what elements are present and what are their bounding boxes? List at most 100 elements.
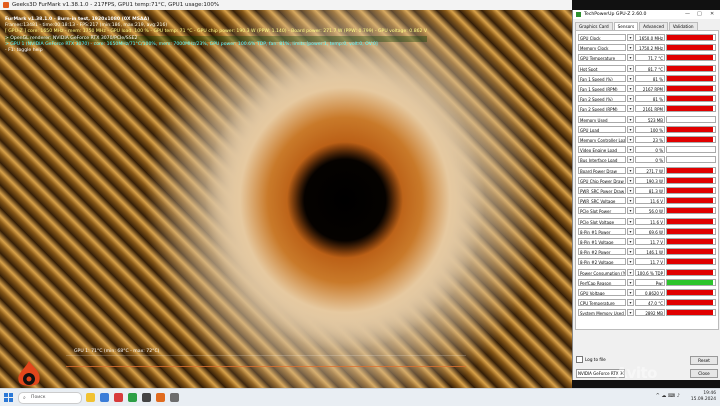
furmark-flame-logo-icon [18, 361, 40, 386]
sensor-label: Video Engine Load [578, 146, 626, 154]
checkbox-icon[interactable] [576, 356, 583, 363]
temperature-graph: GPU 1: 71°C (min: 68°C - max: 72°C) [66, 349, 466, 376]
sensor-dropdown-icon[interactable]: ▾ [627, 74, 634, 82]
windows-start-icon[interactable] [4, 393, 13, 402]
reset-button[interactable]: Reset [690, 356, 718, 365]
sensor-dropdown-icon[interactable]: ▾ [627, 278, 634, 286]
sensor-dropdown-icon[interactable]: ▾ [627, 268, 634, 276]
sensor-dropdown-icon[interactable]: ▾ [627, 176, 634, 184]
sensor-dropdown-icon[interactable]: ▾ [627, 64, 634, 72]
sensor-dropdown-icon[interactable]: ▾ [627, 146, 634, 154]
sensor-dropdown-icon[interactable]: ▾ [627, 105, 634, 113]
sensor-label: System Memory Used [578, 309, 626, 317]
minimize-icon[interactable]: — [685, 10, 690, 19]
sensor-value: 47.0 °C [635, 299, 665, 307]
sensor-value: 69.6 W [635, 227, 665, 235]
temperature-graph-line [66, 366, 466, 367]
sensor-dropdown-icon[interactable]: ▾ [627, 95, 634, 103]
sensor-dropdown-icon[interactable]: ▾ [627, 217, 634, 225]
sensor-dropdown-icon[interactable]: ▾ [627, 238, 634, 245]
tab-graphics-card[interactable]: Graphics Card [575, 22, 613, 30]
sensor-dropdown-icon[interactable]: ▾ [627, 309, 634, 317]
sensor-value: 271.7 W [635, 166, 665, 174]
sensor-graph [666, 248, 716, 256]
gpuz-tabs: Graphics Card Sensors Advanced Validatio… [575, 22, 699, 30]
sensor-dropdown-icon[interactable]: ▾ [627, 207, 634, 215]
sensor-dropdown-icon[interactable]: ▾ [627, 227, 634, 235]
sensor-graph [666, 217, 716, 225]
sensor-row: PerfCap Reason ▾ Pwr [578, 278, 716, 287]
sensor-row: GPU Chip Power Draw ▾ 190.3 W [578, 176, 716, 185]
sensor-dropdown-icon[interactable]: ▾ [627, 289, 634, 296]
sensor-dropdown-icon[interactable]: ▾ [627, 44, 634, 52]
app-icon-green[interactable] [128, 393, 137, 402]
sensor-value: 523 MB [635, 115, 665, 123]
sensor-graph [666, 74, 716, 82]
sensor-graph [666, 309, 716, 317]
sensor-label: Bus Interface Load [578, 156, 626, 164]
sensor-value: Pwr [635, 278, 665, 286]
maximize-icon[interactable]: □ [697, 10, 702, 19]
sensor-label: GPU Voltage [578, 289, 626, 296]
sensor-label: PerfCap Reason [578, 278, 626, 286]
app-icon-dark[interactable] [142, 393, 151, 402]
sensor-value: 81 % [635, 74, 665, 82]
sensor-label: 8-Pin #1 Voltage [578, 238, 626, 245]
sensor-graph [666, 54, 716, 62]
sensor-label: GPU Temperature [578, 54, 626, 62]
taskbar-search[interactable]: ⌕ Поиск [18, 392, 82, 404]
sensor-dropdown-icon[interactable]: ▾ [627, 125, 634, 133]
sensor-dropdown-icon[interactable]: ▾ [627, 85, 634, 92]
browser-icon[interactable] [100, 393, 109, 402]
sensor-dropdown-icon[interactable]: ▾ [627, 54, 634, 62]
sensor-graph [666, 278, 716, 286]
sensor-dropdown-icon[interactable]: ▾ [627, 115, 634, 123]
furmark-titlebar[interactable]: Geeks3D FurMark v1.38.1.0 - 217FPS, GPU1… [0, 0, 572, 10]
furmark-render-canvas [0, 10, 572, 388]
furmark-app-icon [3, 2, 9, 8]
tab-advanced[interactable]: Advanced [639, 22, 668, 30]
tab-validation[interactable]: Validation [668, 22, 698, 30]
sensor-row: Video Engine Load ▾ 0 % [578, 146, 716, 154]
taskbar-clock[interactable]: 19:46 15.09.2024 [691, 391, 716, 403]
close-window-icon[interactable]: ✕ [710, 10, 714, 19]
gpuz-taskbar-icon[interactable] [170, 393, 179, 402]
sensor-graph-fill [667, 239, 713, 244]
close-button[interactable]: Close [690, 369, 718, 378]
sensor-graph-fill [667, 55, 713, 61]
log-to-file-checkbox[interactable]: Log to file [576, 356, 606, 363]
sensor-row: Bus Interface Load ▾ 0 % [578, 156, 716, 164]
sensor-dropdown-icon[interactable]: ▾ [627, 299, 634, 307]
sensor-graph [666, 146, 716, 154]
sensor-dropdown-icon[interactable]: ▾ [627, 34, 634, 41]
sensor-dropdown-icon[interactable]: ▾ [627, 156, 634, 164]
gpuz-app-icon [576, 12, 581, 17]
gpuz-window: TechPowerUp GPU-Z 2.60.0 — □ ✕ Graphics … [572, 10, 720, 380]
search-icon: ⌕ [23, 395, 26, 401]
sensor-dropdown-icon[interactable]: ▾ [627, 258, 634, 266]
sensors-panel: GPU Clock ▾ 1650.0 MHz Memory Clock ▾ 1750.2 … [575, 30, 719, 330]
sensor-graph [666, 105, 716, 113]
sensor-value: 190.3 W [635, 176, 665, 184]
avito-watermark: Avito [616, 364, 657, 382]
furmark-taskbar-icon[interactable] [156, 393, 165, 402]
file-explorer-icon[interactable] [86, 393, 95, 402]
gpuz-titlebar[interactable]: TechPowerUp GPU-Z 2.60.0 — □ ✕ [573, 10, 720, 19]
sensor-row: PWR_SRC Power Draw ▾ 81.3 W [578, 187, 716, 195]
sensor-dropdown-icon[interactable]: ▾ [627, 197, 634, 205]
sensor-graph-fill [667, 177, 713, 183]
sensor-label: GPU Load [578, 125, 626, 133]
app-icon-red[interactable] [114, 393, 123, 402]
sensor-graph [666, 85, 716, 92]
sensor-label: Memory Clock [578, 44, 626, 52]
sensor-label: Memory Used [578, 115, 626, 123]
sensor-row: 8-Pin #2 Power ▾ 146.1 W [578, 248, 716, 256]
sensor-dropdown-icon[interactable]: ▾ [627, 166, 634, 174]
sensor-dropdown-icon[interactable]: ▾ [627, 136, 634, 143]
sensor-dropdown-icon[interactable]: ▾ [627, 187, 634, 194]
tab-sensors[interactable]: Sensors [613, 22, 639, 30]
sensor-label: PCIe Slot Voltage [578, 217, 626, 225]
system-tray-icons[interactable]: ^ ☁ ⌨ ♪ [656, 393, 680, 399]
sensor-value: 100 % [635, 125, 665, 133]
sensor-dropdown-icon[interactable]: ▾ [627, 248, 634, 256]
